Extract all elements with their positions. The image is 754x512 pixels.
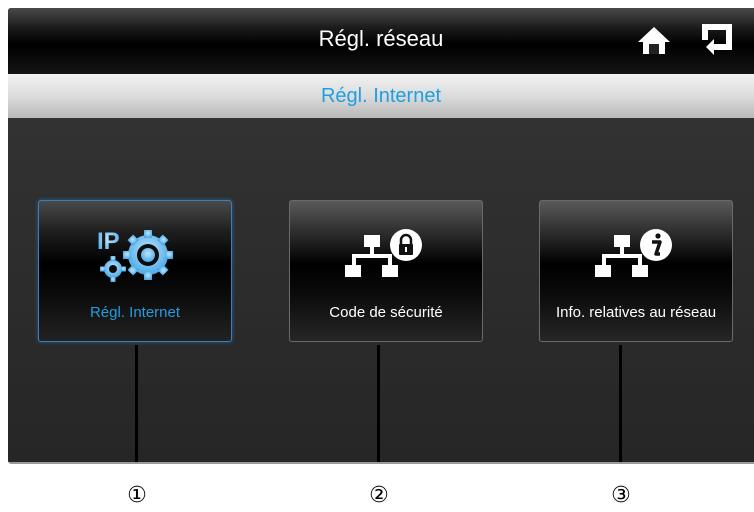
home-icon [638,27,670,54]
tile-network-info[interactable]: Info. relatives au réseau [539,200,733,342]
callout-number-2: ② [369,483,389,508]
network-info-icon [540,221,732,285]
callout-line-3 [619,345,622,462]
tile-label: Info. relatives au réseau [555,304,717,321]
back-button[interactable] [696,24,736,58]
network-lock-icon [290,221,482,285]
callout-number-1: ① [127,483,147,508]
subtitle-bar: Régl. Internet [8,74,754,118]
menu-area: IP Régl. Internet Code de sécurité Info.… [8,118,754,462]
callout-line-1 [135,345,138,462]
home-button[interactable] [636,24,672,58]
title-bar: Régl. réseau [8,8,754,74]
device-screen: Régl. réseau Régl. Internet IP Régl. Int… [8,8,754,464]
callout-number-3: ③ [611,483,631,508]
tile-label: Régl. Internet [89,304,181,321]
ip-gear-icon: IP [39,221,231,285]
back-arrow-icon [702,24,732,55]
svg-text:IP: IP [97,228,120,255]
section-title: Régl. Internet [320,85,442,107]
tile-internet-settings[interactable]: IP Régl. Internet [38,200,232,342]
tile-security-code[interactable]: Code de sécurité [289,200,483,342]
callout-line-2 [377,345,380,462]
tile-label: Code de sécurité [329,304,443,321]
